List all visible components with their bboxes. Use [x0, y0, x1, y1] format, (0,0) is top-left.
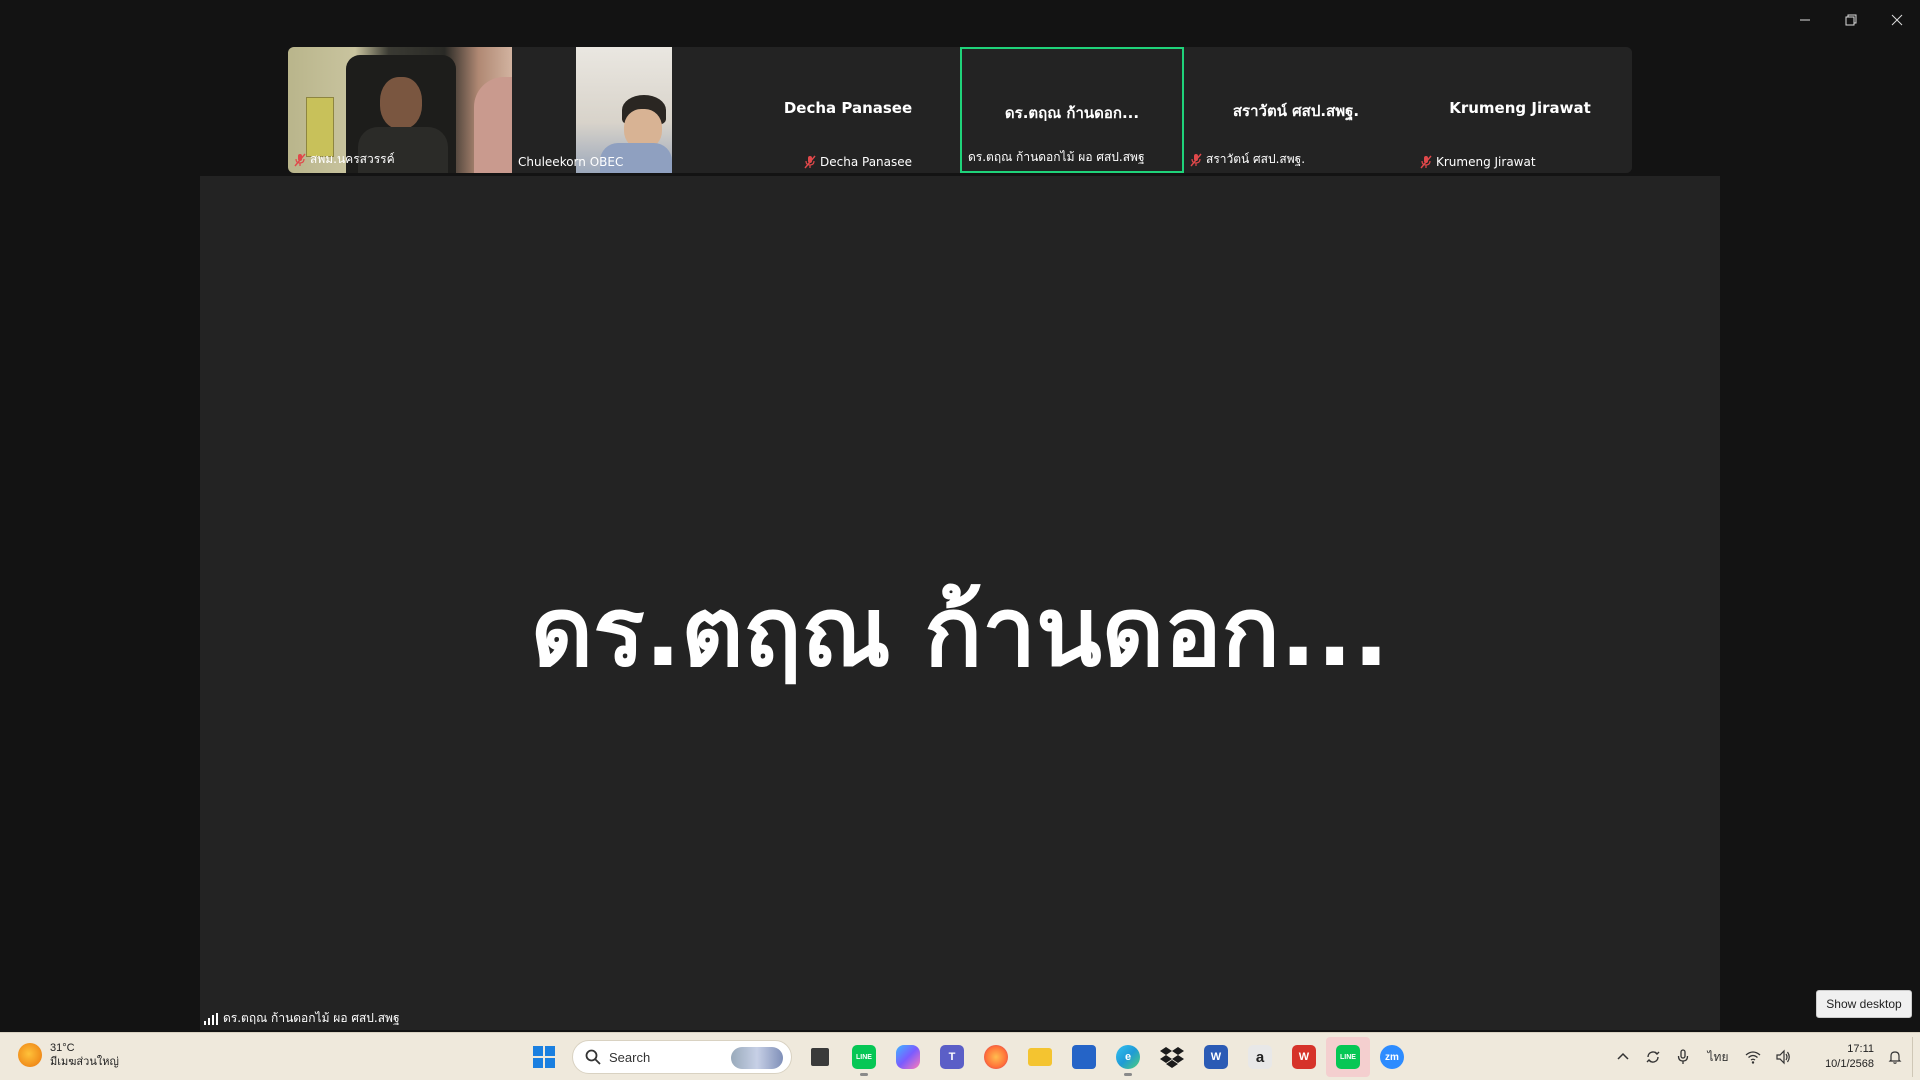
line-icon: LINE — [852, 1045, 876, 1069]
windows-logo-icon — [533, 1046, 555, 1068]
tray-wifi-button[interactable] — [1738, 1037, 1768, 1077]
connection-signal-icon — [204, 1012, 218, 1025]
tray-sync-button[interactable] — [1638, 1037, 1668, 1077]
taskbar-app-line[interactable]: LINE — [842, 1037, 886, 1077]
participant-tile[interactable]: สราวัตน์ ศสป.สพฐ. สราวัตน์ ศสป.สพฐ. — [1184, 47, 1408, 173]
participant-name: สราวัตน์ ศสป.สพฐ. — [1206, 152, 1306, 166]
clock-date: 10/1/2568 — [1825, 1058, 1874, 1070]
clock-time: 17:11 — [1847, 1043, 1874, 1055]
system-tray: ไทย 17:11 10/1/2568 — [1608, 1033, 1920, 1080]
show-desktop-button[interactable] — [1912, 1037, 1920, 1077]
zoom-icon: zm — [1380, 1045, 1404, 1069]
stage-speaker-name: ดร.ตฤณ ก้านดอกไม้ ผอ ศสป.สพฐ — [223, 1011, 400, 1025]
taskbar-app-wps[interactable]: W — [1282, 1037, 1326, 1077]
taskbar-app-teams[interactable]: T — [930, 1037, 974, 1077]
notifications-button[interactable] — [1878, 1049, 1912, 1065]
tray-volume-button[interactable] — [1768, 1037, 1798, 1077]
amazon-icon: a — [1248, 1045, 1272, 1069]
search-label: Search — [609, 1049, 651, 1065]
sync-icon — [1646, 1051, 1660, 1063]
participant-tile[interactable]: สพม.นครสวรรค์ — [288, 47, 512, 173]
weather-condition: มีเมฆส่วนใหญ่ — [50, 1056, 119, 1068]
taskbar-app-dropbox[interactable] — [1150, 1037, 1194, 1077]
taskbar-app-edge[interactable]: e — [1106, 1037, 1150, 1077]
taskbar-app-zoom[interactable]: zm — [1370, 1037, 1414, 1077]
main-video-stage[interactable]: ดร.ตฤณ ก้านดอก... ดร.ตฤณ ก้านดอกไม้ ผอ ศ… — [200, 176, 1720, 1030]
taskbar-app-task-view[interactable] — [798, 1037, 842, 1077]
tray-microphone-button[interactable] — [1668, 1037, 1698, 1077]
taskbar-search[interactable]: Search — [572, 1040, 792, 1074]
participant-label: สพม.นครสวรรค์ — [294, 150, 395, 169]
wifi-icon — [1745, 1051, 1761, 1064]
line-active-icon: LINE — [1336, 1045, 1360, 1069]
taskbar-app-copilot[interactable] — [886, 1037, 930, 1077]
word-icon: W — [1204, 1045, 1228, 1069]
edge-icon: e — [1116, 1045, 1140, 1069]
weather-temp: 31°C — [50, 1042, 75, 1054]
restore-button[interactable] — [1828, 0, 1874, 40]
bell-icon — [1888, 1051, 1902, 1064]
participant-label: ดร.ตฤณ ก้านดอกไม้ ผอ ศสป.สพฐ — [968, 148, 1145, 167]
weather-partly-cloudy-icon — [18, 1043, 42, 1067]
participant-name: Decha Panasee — [820, 155, 913, 169]
search-icon — [585, 1049, 601, 1065]
taskbar-app-line-active[interactable]: LINE — [1326, 1037, 1370, 1077]
copilot-icon — [896, 1045, 920, 1069]
chevron-up-icon — [1617, 1052, 1629, 1060]
tray-overflow-button[interactable] — [1608, 1037, 1638, 1077]
participant-display-name: ดร.ตฤณ ก้านดอก... — [1004, 104, 1140, 122]
participant-display-name: สราวัตน์ ศสป.สพฐ. — [1232, 102, 1360, 120]
participant-tile[interactable]: Decha Panasee Decha Panasee — [736, 47, 960, 173]
restore-icon — [1845, 14, 1857, 26]
participant-label: สราวัตน์ ศสป.สพฐ. — [1190, 150, 1305, 169]
participant-name: ดร.ตฤณ ก้านดอกไม้ ผอ ศสป.สพฐ — [968, 150, 1145, 164]
participant-tile-active-speaker[interactable]: ดร.ตฤณ ก้านดอก... ดร.ตฤณ ก้านดอกไม้ ผอ ศ… — [960, 47, 1184, 173]
active-speaker-name: ดร.ตฤณ ก้านดอก... — [530, 576, 1390, 688]
taskbar: 31°C มีเมฆส่วนใหญ่ Search LINE T e W a W — [0, 1032, 1920, 1080]
participant-name: สพม.นครสวรรค์ — [310, 152, 395, 166]
task-view-icon — [811, 1048, 829, 1066]
tray-clock[interactable]: 17:11 10/1/2568 — [1798, 1042, 1878, 1072]
taskbar-app-firefox[interactable] — [974, 1037, 1018, 1077]
volume-icon — [1776, 1049, 1790, 1065]
participant-display-name: Krumeng Jirawat — [1449, 99, 1591, 117]
start-button[interactable] — [522, 1037, 566, 1077]
microphone-icon — [1677, 1049, 1689, 1064]
taskbar-app-store[interactable] — [1062, 1037, 1106, 1077]
show-desktop-tooltip: Show desktop — [1816, 990, 1912, 1018]
mic-muted-icon — [1420, 155, 1432, 169]
close-button[interactable] — [1874, 0, 1920, 40]
taskbar-apps: Search LINE T e W a W LINE zm — [522, 1037, 1414, 1077]
taskbar-app-amazon[interactable]: a — [1238, 1037, 1282, 1077]
participant-tile[interactable]: Krumeng Jirawat Krumeng Jirawat — [1408, 47, 1632, 173]
participant-label: Krumeng Jirawat — [1420, 155, 1536, 169]
search-highlight-image — [731, 1047, 783, 1069]
participant-name: Krumeng Jirawat — [1436, 155, 1536, 169]
firefox-icon — [984, 1045, 1008, 1069]
minimize-button[interactable] — [1782, 0, 1828, 40]
tray-language-button[interactable]: ไทย — [1698, 1037, 1738, 1077]
teams-icon: T — [940, 1045, 964, 1069]
store-icon — [1072, 1045, 1096, 1069]
participant-name: Chuleekorn OBEC — [518, 155, 624, 169]
participant-tile[interactable]: Chuleekorn OBEC — [512, 47, 736, 173]
wps-icon: W — [1292, 1045, 1316, 1069]
participant-strip: สพม.นครสวรรค์ Chuleekorn OBEC Decha Pana… — [288, 47, 1632, 173]
file-explorer-icon — [1028, 1048, 1052, 1066]
stage-speaker-label: ดร.ตฤณ ก้านดอกไม้ ผอ ศสป.สพฐ — [204, 1009, 400, 1028]
close-icon — [1891, 14, 1903, 26]
taskbar-app-word[interactable]: W — [1194, 1037, 1238, 1077]
mic-muted-icon — [294, 153, 306, 166]
mic-muted-icon — [1190, 153, 1202, 166]
taskbar-app-file-explorer[interactable] — [1018, 1037, 1062, 1077]
dropbox-icon — [1160, 1047, 1184, 1068]
participant-display-name: Decha Panasee — [783, 99, 913, 117]
participant-label: Decha Panasee — [804, 155, 912, 169]
weather-widget[interactable]: 31°C มีเมฆส่วนใหญ่ — [18, 1041, 119, 1069]
mic-muted-icon — [804, 155, 816, 169]
minimize-icon — [1800, 19, 1810, 21]
window-controls — [1782, 0, 1920, 40]
participant-label: Chuleekorn OBEC — [518, 155, 623, 169]
